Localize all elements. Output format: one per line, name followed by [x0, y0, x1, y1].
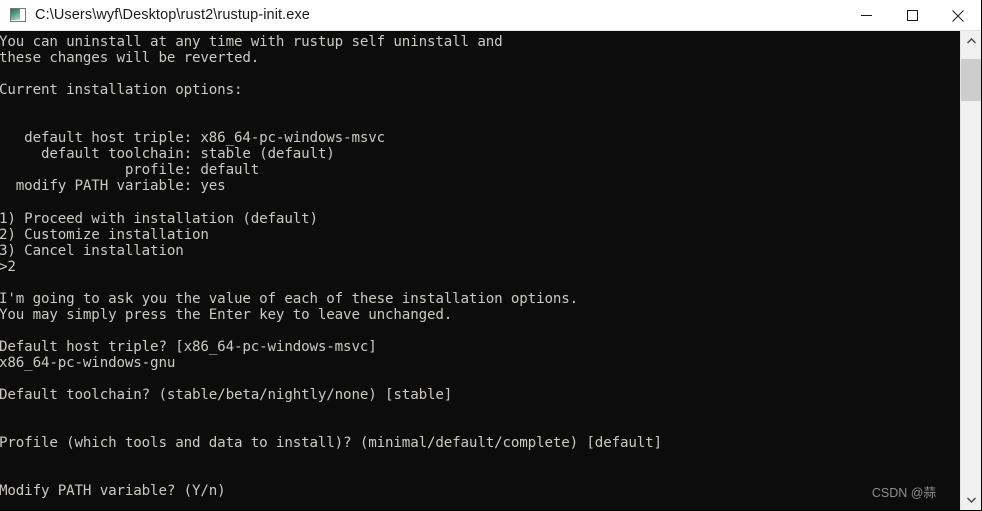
window-title: C:\Users\wyf\Desktop\rust2\rustup-init.e… — [35, 7, 310, 23]
close-button[interactable] — [935, 0, 981, 31]
title-bar[interactable]: C:\Users\wyf\Desktop\rust2\rustup-init.e… — [0, 0, 981, 31]
console-window: C:\Users\wyf\Desktop\rust2\rustup-init.e… — [0, 0, 982, 511]
console-output-area[interactable]: You can uninstall at any time with rustu… — [0, 31, 960, 510]
window-controls — [843, 0, 981, 31]
vertical-scrollbar[interactable] — [960, 31, 981, 510]
console-output-text: You can uninstall at any time with rustu… — [0, 34, 662, 500]
close-icon — [952, 9, 964, 22]
scrollbar-thumb[interactable] — [961, 59, 981, 101]
scroll-down-button[interactable] — [961, 490, 981, 510]
minimize-icon — [860, 15, 872, 16]
scroll-up-arrow-icon — [966, 38, 976, 44]
console-window-icon — [10, 7, 26, 23]
maximize-icon — [906, 10, 918, 21]
console-body: You can uninstall at any time with rustu… — [0, 31, 981, 510]
scroll-up-button[interactable] — [961, 31, 981, 51]
scroll-down-arrow-icon — [966, 497, 976, 503]
scrollbar-track[interactable] — [961, 51, 981, 490]
maximize-button[interactable] — [889, 0, 935, 31]
watermark-label: CSDN @蒜 — [871, 486, 936, 500]
minimize-button[interactable] — [843, 0, 889, 31]
